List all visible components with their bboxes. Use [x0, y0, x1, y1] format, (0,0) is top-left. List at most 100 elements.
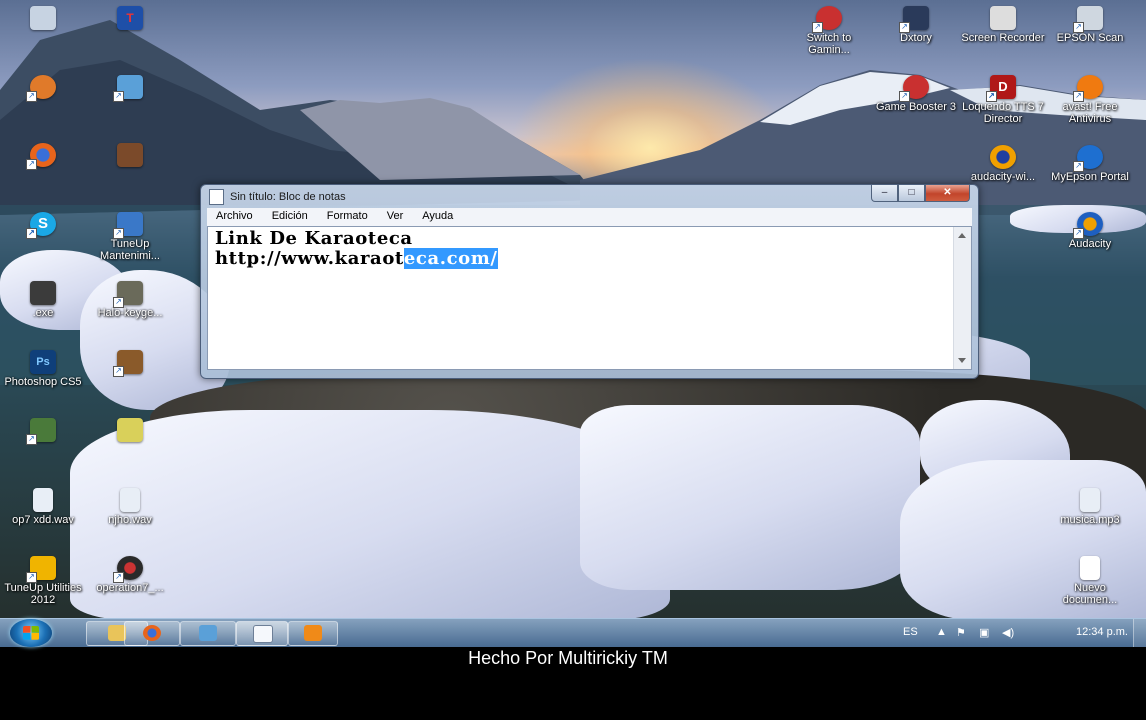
desktop-icon-app[interactable]: ↗ [0, 75, 86, 102]
photoshop-icon: Ps [30, 350, 56, 374]
skype-icon: S ↗ [26, 212, 56, 239]
network-status-icon[interactable]: ▣ [979, 626, 989, 639]
desktop-icon-game2[interactable]: ↗ [87, 350, 173, 377]
app-icon: ↗ [26, 418, 56, 445]
avast-icon: ↗ [1073, 75, 1103, 102]
menu-bar: Archivo Edición Formato Ver Ayuda [207, 208, 972, 226]
desktop-icon-musica-mp3[interactable]: musica.mp3 [1047, 488, 1133, 526]
desktop-icon-game-booster[interactable]: ↗ Game Booster 3 [873, 75, 959, 113]
desktop-icon-game[interactable] [87, 143, 173, 169]
notepad-icon [253, 625, 273, 643]
network-icon: ↗ [113, 75, 143, 102]
desktop-icon-screen-recorder[interactable]: Screen Recorder [960, 6, 1046, 44]
text-line-2: http://www.karaot [215, 248, 404, 269]
wav-file-icon [120, 488, 140, 512]
wav-file-icon [33, 488, 53, 512]
desktop-icon-dxtory[interactable]: ↗ Dxtory [873, 6, 959, 44]
desktop-icon-avast[interactable]: ↗ avast! Free Antivirus [1047, 75, 1133, 125]
clock[interactable]: 12:34 p.m. [1076, 626, 1128, 638]
taskbar-notepad[interactable] [236, 621, 288, 646]
language-indicator[interactable]: ES [903, 626, 918, 638]
notes-icon [117, 418, 143, 442]
camera-icon [990, 6, 1016, 30]
desktop-icon-operation7[interactable]: ↗ operation7_... [87, 556, 173, 594]
desktop-icon-firefox[interactable]: ↗ [0, 143, 86, 170]
tuneup-icon: ↗ [113, 212, 143, 239]
scanner-icon: ↗ [1073, 6, 1103, 33]
text-editor-area[interactable]: Link De Karaoteca http://www.karaoteca.c… [207, 226, 972, 370]
desktop-icon-halo-keygen[interactable]: ↗ Halo-keyge... [87, 281, 173, 319]
taskbar-network[interactable] [180, 621, 236, 646]
tuneup-icon: ↗ [26, 556, 56, 583]
video-file-icon [30, 281, 56, 305]
desktop-icon-skype[interactable]: S ↗ [0, 212, 86, 239]
taskbar-firefox[interactable] [124, 621, 180, 646]
ice-block [580, 405, 920, 590]
menu-edicion[interactable]: Edición [263, 208, 318, 226]
close-button[interactable]: ✕ [925, 185, 970, 202]
game-booster-icon: ↗ [899, 75, 929, 102]
recycle-bin-icon [30, 6, 56, 30]
desktop-icon-audacity-installer[interactable]: audacity-wi... [960, 145, 1046, 183]
audacity-icon [990, 145, 1016, 169]
desktop-icon-recycle-bin[interactable] [0, 6, 86, 32]
desktop-wallpaper: ↗ ↗ S ↗ .exe Ps Photoshop CS5 ↗ op7 xdd.w… [0, 0, 1146, 618]
show-hidden-icons-icon[interactable]: ▲ [936, 626, 947, 638]
desktop-icon-network[interactable]: ↗ [87, 75, 173, 102]
menu-ver[interactable]: Ver [378, 208, 414, 226]
desktop-icon-loquendo[interactable]: D ↗ Loquendo TTS 7 Director [960, 75, 1046, 125]
menu-formato[interactable]: Formato [318, 208, 378, 226]
scroll-up-arrow-icon[interactable] [958, 233, 966, 238]
video-caption: Hecho Por Multirickiy TM [0, 646, 1146, 668]
desktop-icon-tuneup-utilities[interactable]: ↗ TuneUp Utilities 2012 [0, 556, 86, 606]
menu-ayuda[interactable]: Ayuda [413, 208, 463, 226]
desktop-icon-notes[interactable] [87, 418, 173, 444]
dxtory-icon: ↗ [899, 6, 929, 33]
text-to-speech-icon: T [117, 6, 143, 30]
notepad-icon [209, 189, 224, 205]
text-line-1: Link De Karaoteca [215, 228, 413, 249]
desktop-icon-tuneup-mantenimiento[interactable]: ↗ TuneUp Mantenimi... [87, 212, 173, 262]
desktop-icon-tts[interactable]: T [87, 6, 173, 32]
system-tray: ES ▲ ⚑ ▣ ◀) 12:34 p.m. [876, 619, 1146, 647]
editor-content[interactable]: Link De Karaoteca http://www.karaoteca.c… [215, 229, 498, 269]
taskbar: ES ▲ ⚑ ▣ ◀) 12:34 p.m. [0, 618, 1146, 647]
desktop-icon-exe[interactable]: .exe [0, 281, 86, 319]
window-controls: ‒ □ ✕ [871, 185, 970, 202]
vertical-scrollbar[interactable] [953, 227, 971, 369]
desktop-icon-epson-scan[interactable]: ↗ EPSON Scan [1047, 6, 1133, 44]
action-center-flag-icon[interactable]: ⚑ [956, 626, 966, 639]
media-player-icon [304, 625, 322, 641]
taskbar-media-player[interactable] [288, 621, 338, 646]
desktop-icon-nuevo-documento[interactable]: Nuevo documen... [1047, 556, 1133, 606]
window-title: Sin título: Bloc de notas [230, 190, 346, 203]
operation7-icon: ↗ [113, 556, 143, 583]
minimize-button[interactable]: ‒ [871, 185, 898, 202]
show-desktop-button[interactable] [1133, 619, 1146, 647]
app-icon: ↗ [26, 75, 56, 102]
loquendo-icon: D ↗ [986, 75, 1016, 102]
desktop-icon-myepson-portal[interactable]: ↗ MyEpson Portal [1047, 145, 1133, 183]
firefox-icon [143, 625, 161, 641]
volume-icon[interactable]: ◀) [1002, 626, 1014, 639]
windows-logo-icon [23, 626, 39, 640]
desktop-icon-op7-wav[interactable]: op7 xdd.wav [0, 488, 86, 526]
desktop-icon-njho-wav[interactable]: njho.wav [87, 488, 173, 526]
menu-archivo[interactable]: Archivo [207, 208, 263, 226]
selected-text: eca.com/ [403, 248, 498, 269]
epson-portal-icon: ↗ [1073, 145, 1103, 172]
desktop-icon-app2[interactable]: ↗ [0, 418, 86, 445]
desktop-icon-audacity[interactable]: ↗ Audacity [1047, 212, 1133, 250]
keygen-icon: ↗ [113, 281, 143, 308]
window-title-bar[interactable]: Sin título: Bloc de notas [209, 189, 346, 207]
notepad-window[interactable]: Sin título: Bloc de notas ‒ □ ✕ Archivo … [200, 184, 979, 379]
audacity-icon: ↗ [1073, 212, 1103, 239]
maximize-button[interactable]: □ [898, 185, 925, 202]
desktop-icon-photoshop[interactable]: Ps Photoshop CS5 [0, 350, 86, 388]
text-file-icon [1080, 556, 1100, 580]
scroll-down-arrow-icon[interactable] [958, 358, 966, 363]
game-booster-icon: ↗ [812, 6, 842, 33]
start-button[interactable] [10, 619, 52, 647]
desktop-icon-switch-gaming[interactable]: ↗ Switch to Gamin... [786, 6, 872, 56]
caption-text: Hecho Por Multirickiy TM [468, 648, 668, 668]
